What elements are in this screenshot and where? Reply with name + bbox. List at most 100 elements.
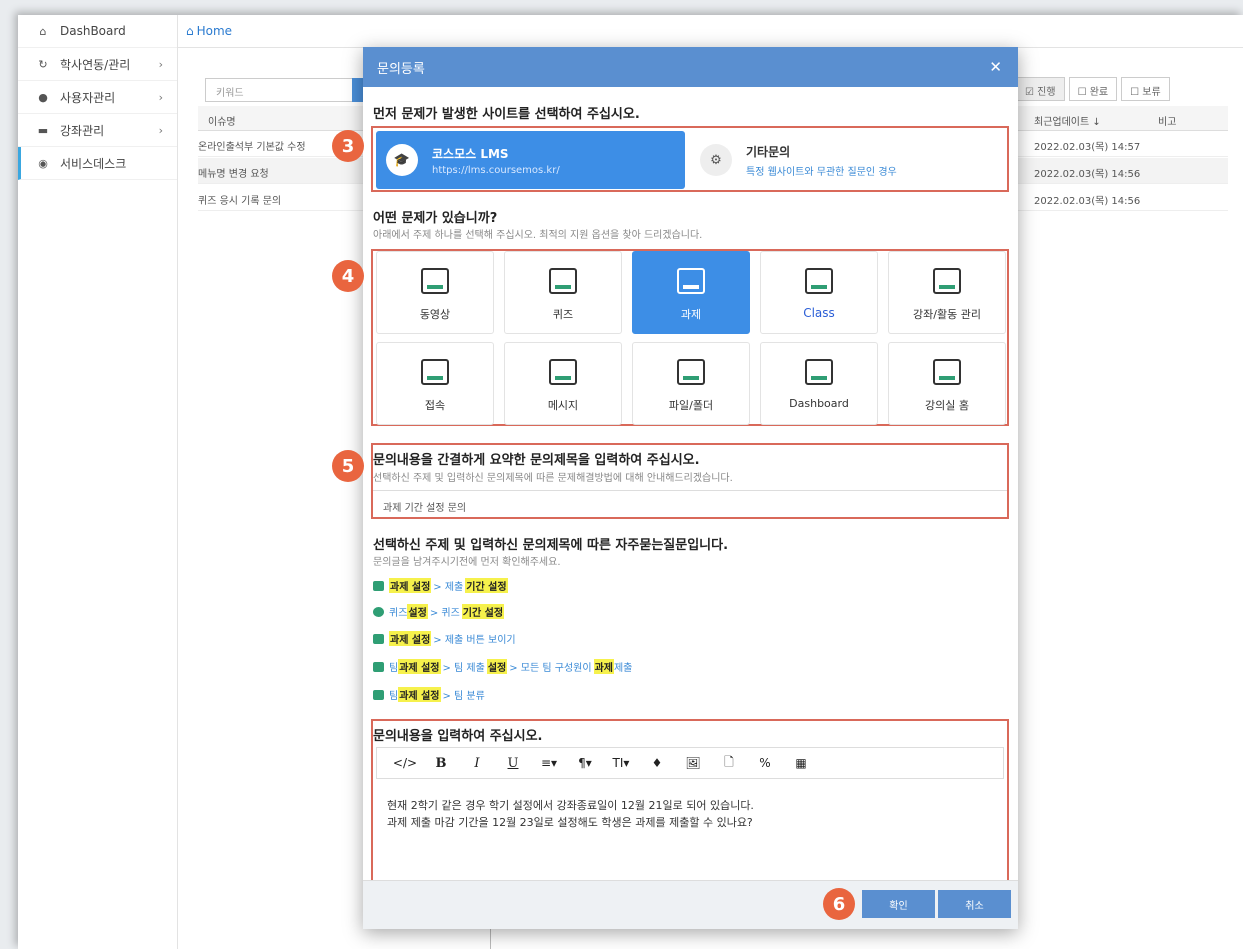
faq-link[interactable]: 퀴즈 설정 > 퀴즈 기간 설정 <box>373 604 505 619</box>
align-icon[interactable]: ≡▾ <box>531 756 567 770</box>
editor-toolbar: </> B I U ≡▾ ¶▾ TI▾ ♦ 🖼 🗋 % ▦ <box>376 747 1004 779</box>
modal-header: 문의등록 ✕ <box>363 47 1018 87</box>
topic-tile[interactable]: Class <box>760 251 878 334</box>
faq-link[interactable]: 과제 설정 > 제출 기간 설정 <box>373 578 508 593</box>
close-icon[interactable]: ✕ <box>989 58 1002 76</box>
topic-icon <box>421 359 449 385</box>
problem-subtitle: 아래에서 주제 하나를 선택해 주십시오. 최적의 지원 옵션을 찾아 드리겠습… <box>373 230 703 241</box>
gear-icon: ⚙ <box>700 144 732 176</box>
breadcrumb-home-link[interactable]: Home <box>197 24 232 38</box>
topic-icon <box>421 268 449 294</box>
sidebar-item-label: DashBoard <box>60 24 126 38</box>
topic-tile[interactable]: 메시지 <box>504 342 622 425</box>
sidebar-item-servicedesk[interactable]: ◉ 서비스데스크 <box>18 147 177 180</box>
topic-tile[interactable]: 강의실 홈 <box>888 342 1006 425</box>
topic-icon <box>677 268 705 294</box>
column-header-updated[interactable]: 최근업데이트 ↓ <box>1034 113 1101 128</box>
site-desc: 특정 웹사이트와 무관한 질문인 경우 <box>746 166 897 178</box>
site-name: 기타문의 <box>746 144 791 159</box>
sidebar-item-label: 서비스데스크 <box>60 156 127 171</box>
topic-tile[interactable]: 강좌/활동 관리 <box>888 251 1006 334</box>
topic-label: 퀴즈 <box>552 308 574 321</box>
topic-icon <box>933 268 961 294</box>
topic-icon <box>805 268 833 294</box>
editor-line: 현재 2학기 같은 경우 학기 설정에서 강좌종료일이 12월 21일로 되어 … <box>387 799 754 812</box>
sidebar-item-label: 사용자관리 <box>60 90 116 105</box>
filter-hold[interactable]: ☐ 보류 <box>1121 77 1170 101</box>
row-updated: 2022.02.03(목) 14:56 <box>1034 169 1141 180</box>
sidebar-item-dashboard[interactable]: ⌂ DashBoard <box>18 15 177 48</box>
quiz-icon <box>373 606 384 617</box>
topic-label: 접속 <box>424 399 446 412</box>
team-icon <box>373 661 384 672</box>
row-updated: 2022.02.03(목) 14:56 <box>1034 196 1141 207</box>
problem-title: 어떤 문제가 있습니까? <box>373 211 498 226</box>
sidebar-item-label: 강좌관리 <box>60 123 105 138</box>
search-input[interactable]: 키워드 <box>205 78 365 102</box>
card-icon: ▬ <box>37 123 49 137</box>
italic-icon[interactable]: I <box>459 756 495 771</box>
image-icon[interactable]: 🖼 <box>675 756 711 770</box>
eye-icon: ◉ <box>38 156 48 170</box>
topic-label: Class <box>803 306 835 320</box>
topic-label: Dashboard <box>789 397 849 410</box>
site-option-lms[interactable]: 🎓 코스모스 LMS https://lms.coursemos.kr/ <box>376 131 685 189</box>
graduation-cap-icon: 🎓 <box>386 144 418 176</box>
row-issue: 메뉴명 변경 요청 <box>198 169 269 180</box>
topic-label: 메시지 <box>547 399 579 412</box>
paragraph-icon[interactable]: ¶▾ <box>567 756 603 770</box>
topic-tile[interactable]: 접속 <box>376 342 494 425</box>
filter-in-progress[interactable]: ☑ 진행 <box>1016 77 1065 101</box>
summary-title: 문의내용을 간결하게 요약한 문의제목을 입력하여 주십시오. <box>373 453 700 468</box>
topic-tile[interactable]: 퀴즈 <box>504 251 622 334</box>
faq-subtitle: 문의글을 남겨주시기전에 먼저 확인해주세요. <box>373 557 561 568</box>
sidebar: ⌂ DashBoard ↻ 학사연동/관리 › ● 사용자관리 › ▬ 강좌관리 › ◉ 서비스… <box>18 15 178 949</box>
site-url: https://lms.coursemos.kr/ <box>432 164 560 176</box>
file-icon[interactable]: 🗋 <box>711 753 747 774</box>
confirm-button[interactable]: 확인 <box>862 890 935 918</box>
chevron-right-icon: › <box>158 123 163 137</box>
breadcrumb: ⌂ Home <box>178 15 1243 48</box>
link-icon[interactable]: % <box>747 756 783 770</box>
underline-icon[interactable]: U <box>495 756 531 771</box>
site-question: 먼저 문제가 발생한 사이트를 선택하여 주십시오. <box>373 107 640 122</box>
topic-icon <box>805 359 833 385</box>
table-icon[interactable]: ▦ <box>783 756 819 770</box>
code-view-icon[interactable]: </> <box>387 756 423 770</box>
refresh-icon: ↻ <box>38 57 48 71</box>
sidebar-item-label: 학사연동/관리 <box>60 57 131 72</box>
faq-link[interactable]: 과제 설정 > 제출 버튼 보이기 <box>373 631 518 646</box>
font-size-icon[interactable]: TI▾ <box>603 756 639 770</box>
topic-tile[interactable]: 동영상 <box>376 251 494 334</box>
modal-title: 문의등록 <box>377 61 425 77</box>
step-marker-3: 3 <box>332 130 364 162</box>
site-option-other[interactable]: ⚙ 기타문의 특정 웹사이트와 무관한 질문인 경우 <box>690 131 1005 189</box>
filter-done[interactable]: ☐ 완료 <box>1068 77 1118 101</box>
bold-icon[interactable]: B <box>423 756 459 771</box>
topic-label: 강좌/활동 관리 <box>913 308 981 321</box>
topic-tile[interactable]: 과제 <box>632 251 750 334</box>
topic-tile[interactable]: 파일/폴더 <box>632 342 750 425</box>
chevron-right-icon: › <box>158 57 163 71</box>
editor-line: 과제 제출 마감 기간을 12월 23일로 설정해도 학생은 과제를 제출할 수… <box>387 816 753 829</box>
color-drop-icon[interactable]: ♦ <box>639 756 675 770</box>
faq-link[interactable]: 팀 과제 설정 > 팀 분류 <box>373 687 487 702</box>
sidebar-item-users[interactable]: ● 사용자관리 › <box>18 81 177 114</box>
row-issue: 퀴즈 응시 기록 문의 <box>198 196 282 207</box>
column-header-issue[interactable]: 이슈명 <box>208 113 236 128</box>
editor-content[interactable]: 현재 2학기 같은 경우 학기 설정에서 강좌종료일이 12월 21일로 되어 … <box>387 797 754 831</box>
faq-link[interactable]: 팀 과제 설정 > 팀 제출 설정 > 모든 팀 구성원이 과제 제출 <box>373 659 632 674</box>
summary-input[interactable]: 과제 기간 설정 문의 <box>373 490 1007 517</box>
user-icon: ● <box>38 90 48 104</box>
cancel-button[interactable]: 취소 <box>938 890 1011 918</box>
site-name: 코스모스 LMS <box>432 146 509 161</box>
topic-icon <box>549 359 577 385</box>
topic-icon <box>549 268 577 294</box>
topic-tile[interactable]: Dashboard <box>760 342 878 425</box>
sidebar-item-academic[interactable]: ↻ 학사연동/관리 › <box>18 48 177 81</box>
topic-icon <box>933 359 961 385</box>
step-marker-5: 5 <box>332 450 364 482</box>
sidebar-item-courses[interactable]: ▬ 강좌관리 › <box>18 114 177 147</box>
column-header-note: 비고 <box>1158 117 1177 128</box>
topic-label: 파일/폴더 <box>668 399 714 412</box>
